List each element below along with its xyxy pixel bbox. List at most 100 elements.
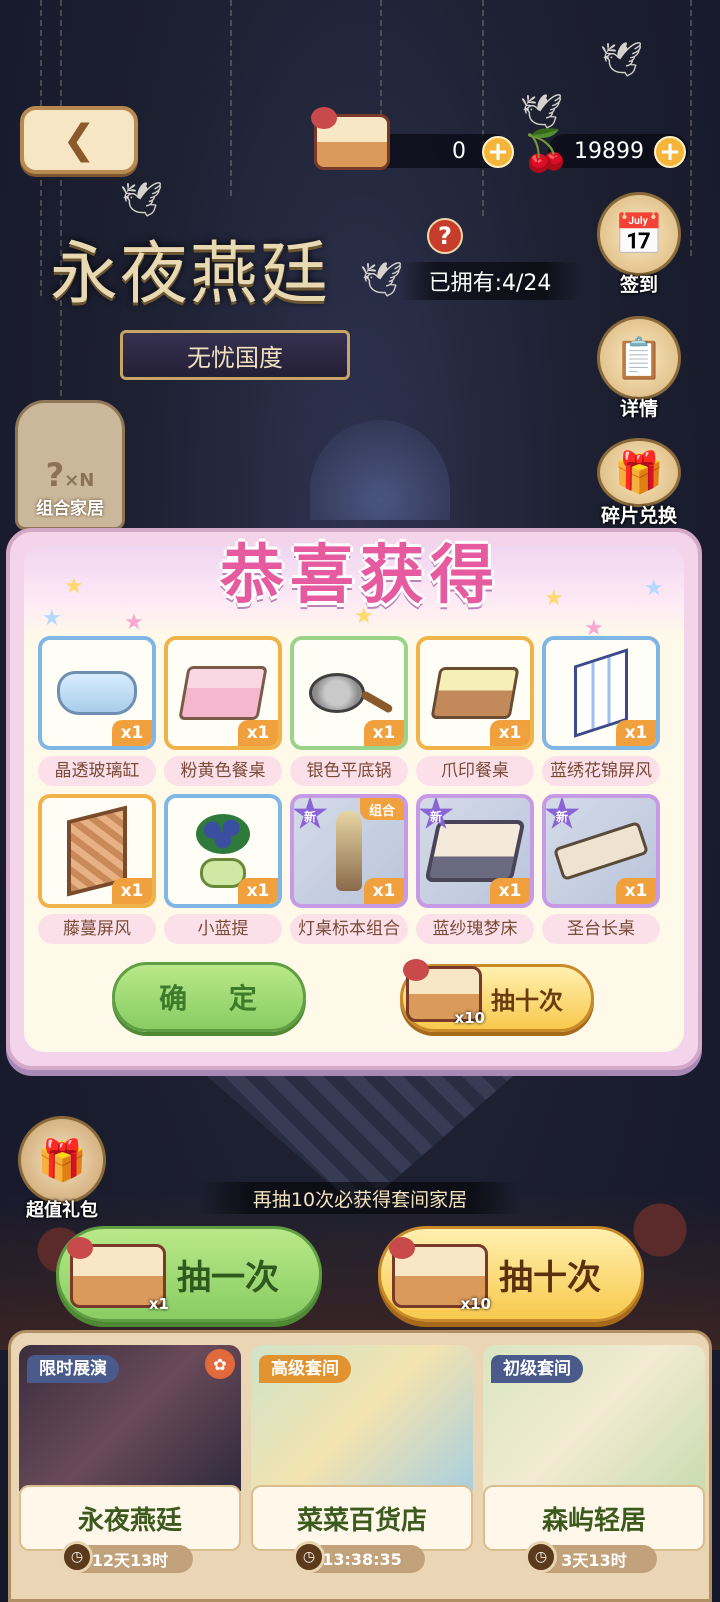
item-quantity: x1 [616, 878, 656, 904]
suite-card[interactable]: 限时展演 ✿ 永夜燕廷 12天13时 ◷ [19, 1345, 241, 1573]
flower-icon: ✿ [205, 1349, 235, 1379]
suite-tag: 高级套间 [259, 1355, 351, 1383]
suite-tag: 限时展演 [27, 1355, 119, 1383]
item-name: 蓝纱瑰梦床 [416, 914, 534, 944]
suite-card[interactable]: 高级套间 菜菜百货店 13:38:35 ◷ [251, 1345, 473, 1573]
ticket-count: 0 [452, 138, 466, 164]
item-name: 藤蔓屏风 [38, 914, 156, 944]
confirm-button[interactable]: 确 定 [112, 962, 306, 1032]
reward-card: x1 [164, 636, 282, 750]
reward-card: 新 x1 [416, 794, 534, 908]
pity-hint: 再抽10次必获得套间家居 [200, 1182, 520, 1214]
reward-card: 新 x1 [542, 794, 660, 908]
pink-table-image [178, 666, 268, 720]
help-button[interactable]: ? [427, 218, 463, 254]
castle-dome [310, 420, 450, 520]
item-name: 灯桌标本组合 [290, 914, 408, 944]
item-quantity: x1 [112, 720, 152, 746]
reward-item[interactable]: 新 x1 蓝纱瑰梦床 [416, 794, 534, 944]
item-quantity: x1 [364, 720, 404, 746]
reward-item[interactable]: x1 小蓝提 [164, 794, 282, 944]
clock-icon: ◷ [61, 1541, 93, 1573]
suite-name: 森屿轻居 [483, 1485, 705, 1551]
clock-icon: ◷ [525, 1541, 557, 1573]
gift-box-icon: 🎁 [18, 1116, 106, 1204]
item-name: 晶透玻璃缸 [38, 756, 156, 786]
calendar-check-icon: 📅 [597, 192, 681, 276]
item-quantity: x1 [112, 878, 152, 904]
frying-pan-image [309, 673, 365, 713]
item-name: 小蓝提 [164, 914, 282, 944]
reward-item[interactable]: x1 爪印餐桌 [416, 636, 534, 786]
item-quantity: x1 [490, 720, 530, 746]
add-cherry-button[interactable]: + [654, 136, 686, 168]
reward-dialog-title: 恭喜获得 [220, 539, 500, 613]
swallow-icon: 🕊 [600, 40, 644, 80]
combo-furniture-label: 组合家居 [36, 499, 104, 519]
gift-pack-label: 超值礼包 [26, 1200, 98, 1221]
gacha-chest-icon: x1 [67, 1237, 169, 1313]
event-subtitle-banner: 无忧国度 [120, 330, 350, 380]
hanging-chain [230, 0, 232, 200]
draw-ten-label: 抽十次 [499, 1257, 601, 1298]
suite-name: 菜菜百货店 [251, 1485, 473, 1551]
gauze-bed-image [424, 820, 526, 882]
reward-card: 新 组合 x1 [290, 794, 408, 908]
item-name: 圣台长桌 [542, 914, 660, 944]
owned-count: 已拥有:4/24 [400, 262, 580, 300]
combo-furniture-button[interactable]: ?×N 组合家居 [15, 400, 125, 530]
gacha-chest-icon: x10 [403, 959, 485, 1027]
blueberry-plant-image [196, 814, 250, 888]
item-quantity: x1 [238, 878, 278, 904]
reward-item[interactable]: x1 蓝绣花锦屏风 [542, 636, 660, 786]
gacha-chest-icon: x10 [389, 1237, 491, 1313]
gacha-chest-icon [306, 107, 396, 172]
reward-card: x1 [38, 636, 156, 750]
suite-card[interactable]: 初级套间 森屿轻居 3天13时 ◷ [483, 1345, 705, 1573]
cherry-icon: 🍒 [521, 127, 571, 174]
swallow-icon: 🕊 [360, 260, 404, 300]
reward-item[interactable]: x1 藤蔓屏风 [38, 794, 156, 944]
clipboard-search-icon: 📋 [597, 316, 681, 400]
fragment-exchange-button[interactable]: 🎁 碎片兑换 [594, 438, 684, 528]
item-quantity: x1 [364, 878, 404, 904]
item-name: 粉黄色餐桌 [164, 756, 282, 786]
checkin-button[interactable]: 📅 签到 [594, 192, 684, 297]
item-name: 蓝绣花锦屏风 [542, 756, 660, 786]
add-ticket-button[interactable]: + [482, 136, 514, 168]
event-subtitle: 无忧国度 [187, 343, 283, 372]
details-button[interactable]: 📋 详情 [594, 316, 684, 421]
reward-item[interactable]: x1 银色平底锅 [290, 636, 408, 786]
paw-table-image [430, 667, 520, 719]
event-title: 永夜燕廷 [50, 235, 331, 314]
reward-card: x1 [164, 794, 282, 908]
item-name: 银色平底锅 [290, 756, 408, 786]
reward-item[interactable]: x1 晶透玻璃缸 [38, 636, 156, 786]
item-quantity: x1 [238, 720, 278, 746]
hanging-chain [482, 0, 484, 220]
combo-question-mark: ?×N [45, 456, 95, 494]
value-gift-pack-button[interactable]: 🎁 超值礼包 [16, 1116, 108, 1222]
gift-box-icon: 🎁 [597, 438, 681, 507]
item-name: 爪印餐桌 [416, 756, 534, 786]
draw-ten-label: 抽十次 [491, 986, 563, 1015]
reward-card: x1 [290, 636, 408, 750]
item-quantity: x1 [616, 720, 656, 746]
reward-card: x1 [38, 794, 156, 908]
specimen-lamp-image [336, 811, 362, 891]
clock-icon: ◷ [293, 1541, 325, 1573]
draw-once-label: 抽一次 [177, 1257, 279, 1298]
hanging-chain [60, 0, 62, 420]
glass-tub-image [57, 671, 137, 715]
suite-tag: 初级套间 [491, 1355, 583, 1383]
back-button[interactable]: ❮ [20, 106, 138, 174]
chevron-left-icon: ❮ [62, 117, 96, 163]
reward-item[interactable]: x1 粉黄色餐桌 [164, 636, 282, 786]
swallow-icon: 🕊 [120, 180, 164, 220]
altar-table-image [552, 820, 650, 882]
suite-name: 永夜燕廷 [19, 1485, 241, 1551]
suite-selector: 限时展演 ✿ 永夜燕廷 12天13时 ◷ 高级套间 菜菜百货店 13:38:35… [8, 1330, 712, 1602]
reward-item[interactable]: 新 x1 圣台长桌 [542, 794, 660, 944]
new-badge: 新 [546, 798, 580, 829]
reward-item[interactable]: 新 组合 x1 灯桌标本组合 [290, 794, 408, 944]
